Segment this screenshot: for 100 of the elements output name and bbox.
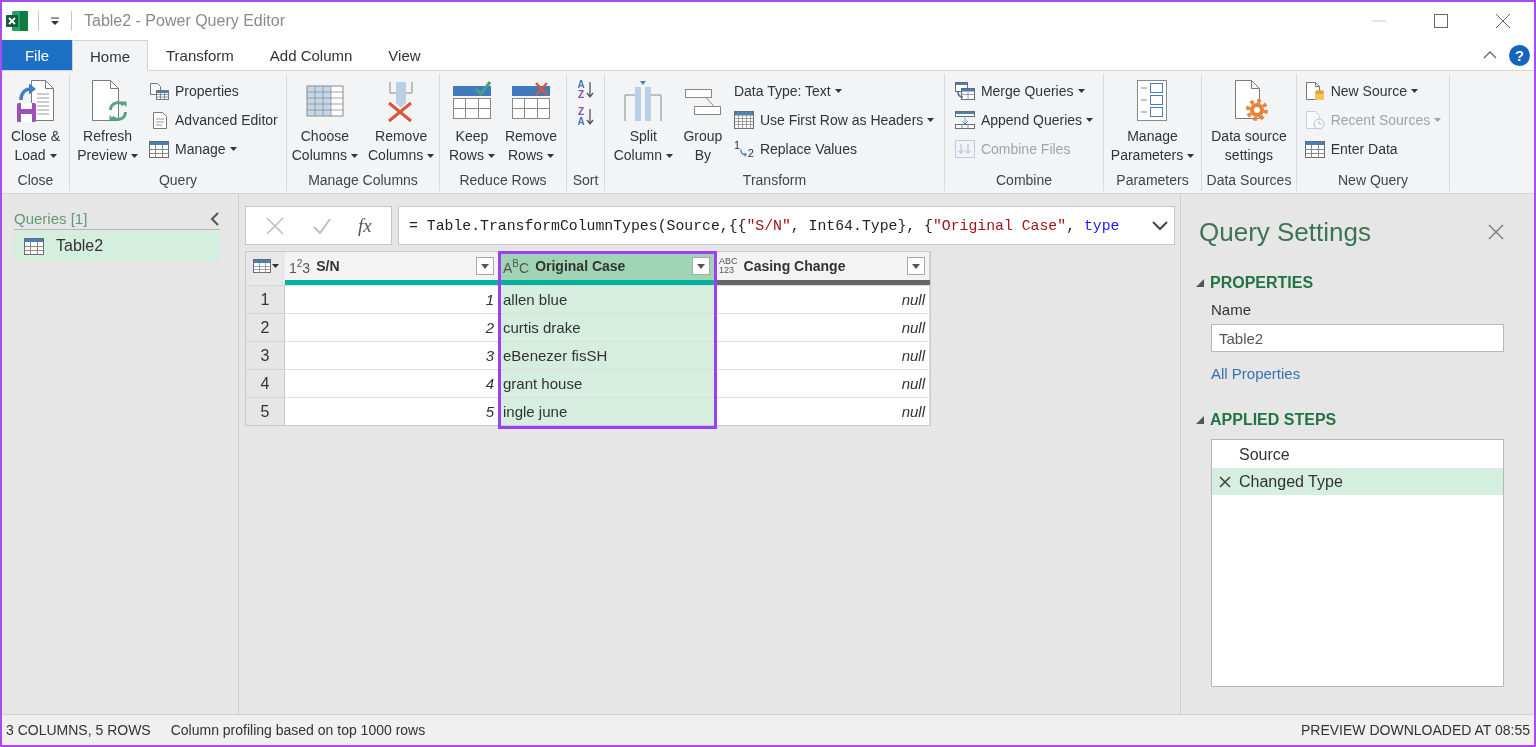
sort-button[interactable]: A Z — [573, 77, 598, 103]
row-number-cell: 1 — [246, 285, 285, 313]
ribbon-group-label: Sort — [571, 171, 600, 190]
section-heading: PROPERTIES — [1210, 274, 1314, 292]
row-number-cell: 3 — [246, 341, 285, 369]
chevron-up-icon[interactable] — [1483, 51, 1497, 59]
ribbon-button[interactable]: Choose Columns — [289, 74, 360, 165]
chevron-left-icon[interactable] — [210, 211, 220, 226]
close-icon[interactable] — [1488, 224, 1504, 240]
data-type-label: 1$^{2}$3 — [289, 257, 311, 275]
down-arrow-icon — [585, 81, 594, 99]
status-text: 3 COLUMNS, 5 ROWS — [6, 722, 151, 738]
caret-icon — [912, 263, 920, 269]
column-header[interactable]: A$^{B}$C Original Case — [499, 252, 715, 280]
ribbon-button[interactable]: Manage Parameters — [1108, 74, 1197, 165]
data-type-label: ABC 123 — [719, 257, 738, 275]
ribbon-button[interactable]: Enter Data — [1301, 135, 1445, 163]
ribbon-button[interactable]: Manage — [146, 135, 281, 163]
table-icon — [1304, 140, 1325, 158]
caret-icon — [481, 263, 489, 269]
insert-function-button[interactable]: fx — [358, 214, 372, 237]
ribbon-button[interactable]: Properties — [146, 77, 281, 105]
table-icon — [149, 140, 170, 158]
column-header[interactable]: 1$^{2}$3 S/N — [285, 252, 499, 280]
ribbon-tab[interactable]: View — [370, 40, 439, 70]
ribbon-button[interactable]: Group By — [680, 74, 725, 165]
applied-step-item[interactable]: Changed Type — [1212, 468, 1503, 495]
collapse-triangle-icon[interactable] — [1196, 279, 1204, 287]
window-title: Table2 - Power Query Editor — [84, 12, 285, 30]
section-heading: APPLIED STEPS — [1210, 411, 1337, 429]
ribbon-button[interactable]: New Source — [1301, 77, 1445, 105]
check-icon — [311, 216, 332, 235]
ribbon-group-label: Data Sources — [1205, 171, 1293, 190]
document-database-icon — [1304, 81, 1325, 101]
filter-dropdown-button[interactable] — [476, 257, 494, 275]
ribbon-tab[interactable]: Transform — [148, 40, 252, 70]
table-cell: null — [715, 369, 930, 397]
ribbon-button[interactable]: 1 2 Replace Values — [730, 135, 938, 163]
ribbon-button[interactable]: Close & Load — [9, 74, 62, 165]
ribbon-button[interactable]: Data Type: Text — [730, 77, 938, 105]
ribbon-button[interactable]: Merge Queries — [951, 77, 1097, 105]
ribbon-group-label: Close — [16, 171, 55, 190]
ribbon-group-label: Parameters — [1115, 171, 1190, 190]
ribbon-button[interactable]: Keep Rows — [446, 74, 497, 165]
table-icon — [252, 259, 271, 273]
ribbon-button[interactable]: Data source settings — [1209, 74, 1289, 165]
merge-tables-icon — [954, 82, 975, 100]
caret-icon — [697, 263, 705, 269]
help-button[interactable]: ? — [1509, 44, 1530, 66]
table-icon — [24, 237, 44, 255]
ribbon-button[interactable]: Refresh Preview — [75, 74, 141, 165]
filter-dropdown-button[interactable] — [692, 257, 710, 275]
table-menu-button[interactable] — [246, 252, 285, 280]
ribbon-tab[interactable]: Home — [72, 40, 148, 71]
table-cell: 3 — [285, 341, 499, 369]
row-number-cell: 5 — [246, 397, 285, 425]
formula-field[interactable]: = Table.TransformColumnTypes(Source,{{"S/N", Int64.Type}, {"Original Case", type — [398, 206, 1175, 245]
cross-icon — [265, 215, 286, 236]
append-tables-icon — [954, 111, 975, 129]
customize-toolbar-icon[interactable] — [49, 15, 61, 27]
ribbon-button[interactable]: Split Column — [611, 74, 675, 165]
ribbon-group-label: Reduce Rows — [458, 171, 548, 190]
chevron-down-icon[interactable] — [1152, 220, 1168, 231]
table-cell: null — [715, 313, 930, 341]
split-column-icon — [623, 79, 664, 123]
collapse-triangle-icon[interactable] — [1196, 416, 1204, 424]
table-cell: null — [715, 341, 930, 369]
sort-button[interactable]: Z A — [573, 104, 598, 130]
close-icon — [1496, 14, 1510, 28]
name-field[interactable]: Table2 — [1211, 324, 1504, 352]
table-cell: null — [715, 397, 930, 425]
spreadsheet-app-icon — [6, 11, 28, 31]
delete-icon[interactable] — [1219, 475, 1231, 488]
ribbon-group-label: Manage Columns — [307, 171, 419, 190]
ribbon-button[interactable]: Use First Row as Headers — [730, 106, 938, 134]
properties-icon — [149, 82, 170, 100]
ribbon-button[interactable]: Advanced Editor — [146, 106, 281, 134]
status-text: PREVIEW DOWNLOADED AT 08:55 — [1301, 722, 1530, 738]
ribbon-tab[interactable]: Add Column — [251, 40, 371, 70]
pane-title: Query Settings — [1199, 216, 1371, 248]
file-menu-tab[interactable]: File — [2, 40, 72, 70]
ribbon-button[interactable]: Append Queries — [951, 106, 1097, 134]
field-label: Name — [1211, 301, 1251, 319]
ribbon-button[interactable]: Remove Columns — [366, 74, 437, 165]
filter-dropdown-button[interactable] — [907, 257, 925, 275]
queries-heading: Queries [1] — [14, 210, 88, 227]
caret-icon — [271, 264, 279, 268]
row-number-cell: 4 — [246, 369, 285, 397]
status-text: Column profiling based on top 1000 rows — [170, 722, 426, 738]
ribbon-group-label: Transform — [741, 171, 808, 190]
query-list-item[interactable]: Table2 — [14, 231, 220, 261]
table-cell: grant house — [499, 369, 715, 397]
applied-step-item[interactable]: Source — [1212, 441, 1503, 468]
ribbon-group-label: Query — [157, 171, 199, 190]
all-properties-link[interactable]: All Properties — [1211, 365, 1301, 383]
table-cell: 1 — [285, 285, 499, 313]
maximize-icon — [1434, 14, 1448, 28]
ribbon-button[interactable]: Remove Rows — [502, 74, 560, 165]
table-cell: curtis drake — [499, 313, 715, 341]
ribbon-group-label: New Query — [1337, 171, 1409, 190]
